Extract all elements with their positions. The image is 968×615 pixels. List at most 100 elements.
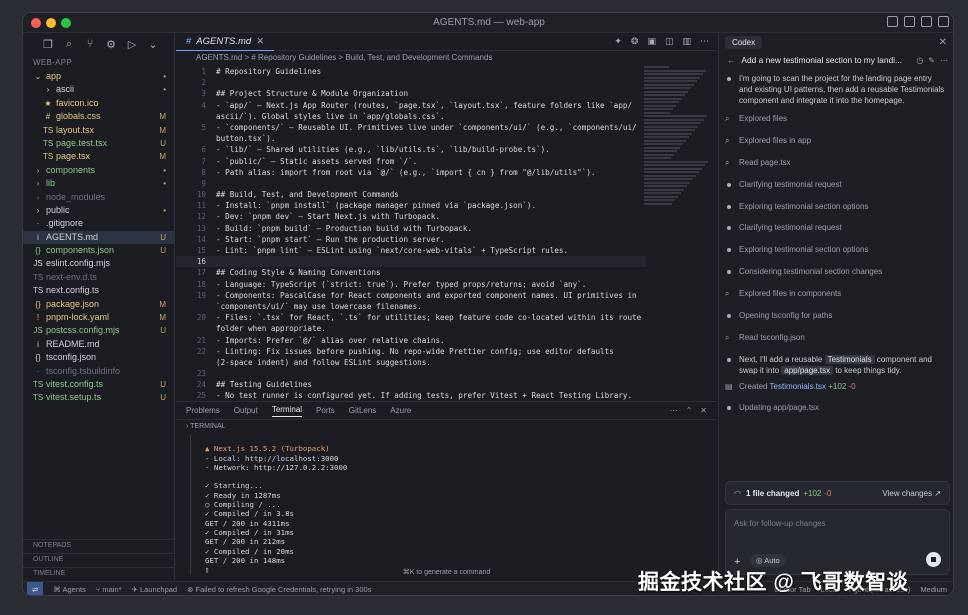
remote-indicator[interactable]: ⇌ <box>27 581 44 595</box>
source-control-icon[interactable]: ⑂ <box>85 38 95 50</box>
code-line[interactable]: 24 ## Testing Guidelines <box>176 379 646 390</box>
tree-item[interactable]: i AGENTS.md U <box>23 230 174 245</box>
code-line[interactable]: 9 <box>176 178 646 189</box>
tree-item[interactable]: › components • <box>23 164 174 177</box>
tree-item[interactable]: › lib • <box>23 177 174 190</box>
code-line[interactable]: 16 <box>176 256 646 268</box>
settings-icon[interactable] <box>938 16 949 27</box>
tab-ports[interactable]: Ports <box>316 406 335 415</box>
code-line[interactable]: 13 - Build: `pnpm build` — Production bui… <box>176 223 646 234</box>
timeline-section[interactable]: TIMELINE <box>23 567 175 581</box>
code-line[interactable]: 7 - `public/` — Static assets served from… <box>176 156 646 167</box>
code-line[interactable]: 21 - Imports: Prefer `@/` alias over rela… <box>176 335 646 346</box>
search-icon[interactable]: ⌕ <box>64 38 74 51</box>
launchpad-status[interactable]: ✈ Launchpad <box>132 585 178 594</box>
close-icon[interactable]: ✕ <box>939 37 953 48</box>
changes-summary[interactable]: ◠ 1 file changed +102 -0 View changes ↗ <box>725 481 950 505</box>
terminal-output[interactable]: ▲ Next.js 15.5.2 (Turbopack) - Local: htt… <box>190 435 710 575</box>
credentials-status[interactable]: ⊗ Failed to refresh Google Credentials, … <box>187 585 371 594</box>
code-line[interactable]: (2-space indent) and follow ESLint sugge… <box>176 357 646 368</box>
tree-item[interactable]: · .gitignore <box>23 217 174 230</box>
code-line[interactable]: ascii/`). Global styles live in `app/glo… <box>176 111 646 122</box>
code-line[interactable]: 18 - Language: TypeScript (`strict: true`… <box>176 279 646 290</box>
code-line[interactable]: 10 ## Build, Test, and Development Comman… <box>176 189 646 200</box>
tree-item[interactable]: ⌄ app • <box>23 70 174 83</box>
code-line[interactable]: button.tsx`). <box>176 133 646 144</box>
code-line[interactable]: 2 <box>176 77 646 88</box>
tree-item[interactable]: TS layout.tsx M <box>23 124 174 137</box>
tree-item[interactable]: i README.md <box>23 338 174 351</box>
tree-item[interactable]: ! pnpm-lock.yaml M <box>23 311 174 324</box>
back-icon[interactable]: ← <box>727 55 735 65</box>
maximize-panel-icon[interactable]: ⌃ <box>686 406 693 415</box>
outline-section[interactable]: OUTLINE <box>23 553 175 567</box>
code-line[interactable]: 4 - `app/` — Next.js App Router (routes, … <box>176 100 646 111</box>
tab-terminal[interactable]: Terminal <box>271 405 303 417</box>
tree-item[interactable]: TS vitest.setup.ts U <box>23 391 174 404</box>
tree-item[interactable]: · tsconfig.tsbuildinfo <box>23 365 174 378</box>
split-editor-icon[interactable]: ▥ <box>682 36 691 47</box>
reasoning-level-status[interactable]: Medium <box>920 585 947 594</box>
more-icon[interactable]: ⋯ <box>940 56 948 65</box>
codex-tab[interactable]: Codex <box>725 35 763 49</box>
tree-item[interactable]: TS page.tsx M <box>23 150 174 163</box>
minimap[interactable] <box>644 66 714 421</box>
code-line[interactable]: 14 - Start: `pnpm start` — Run the produc… <box>176 234 646 245</box>
code-line[interactable]: 6 - `lib/` — Shared utilities (e.g., `lib… <box>176 144 646 155</box>
code-line[interactable]: 11 - Install: `pnpm install` (package man… <box>176 200 646 211</box>
chevron-down-icon[interactable]: ⌄ <box>148 38 158 51</box>
code-line[interactable]: 17 ## Coding Style & Naming Conventions <box>176 267 646 278</box>
code-line[interactable]: 22 - Linting: Fix issues before pushing. … <box>176 346 646 357</box>
code-line[interactable]: 20 - Files: `.tsx` for React, `.ts` for u… <box>176 312 646 323</box>
code-line[interactable]: 3 ## Project Structure & Module Organizat… <box>176 88 646 99</box>
created-file-row[interactable]: ▤ Created Testimonials.tsx +102 -0 <box>719 376 953 398</box>
tab-gitlens[interactable]: GitLens <box>349 406 377 415</box>
code-line[interactable]: 8 - Path alias: import from root via `@/`… <box>176 167 646 178</box>
tree-item[interactable]: JS eslint.config.mjs <box>23 257 174 270</box>
tree-item[interactable]: JS postcss.config.mjs U <box>23 324 174 337</box>
close-icon[interactable]: ✕ <box>700 406 707 415</box>
new-chat-icon[interactable]: ✎ <box>928 56 935 65</box>
branch-status[interactable]: ⑂ main* <box>96 585 122 594</box>
tree-item[interactable]: TS vitest.config.ts U <box>23 378 174 391</box>
notepads-section[interactable]: NOTEPADS <box>23 539 175 553</box>
code-line[interactable]: `components/ui/` may use lowercase filen… <box>176 301 646 312</box>
tab-output[interactable]: Output <box>234 406 258 415</box>
history-icon[interactable]: ◷ <box>916 56 923 65</box>
breadcrumb[interactable]: AGENTS.md > # Repository Guidelines > Bu… <box>176 51 717 65</box>
stop-button[interactable] <box>926 552 941 567</box>
tree-item[interactable]: TS next-env.d.ts <box>23 271 174 284</box>
tree-item[interactable]: › node_modules <box>23 191 174 204</box>
tree-item[interactable]: {} package.json M <box>23 298 174 311</box>
view-changes-button[interactable]: View changes ↗ <box>882 489 941 498</box>
tree-item[interactable]: {} components.json U <box>23 244 174 257</box>
tab-azure[interactable]: Azure <box>390 406 411 415</box>
code-line[interactable]: 12 - Dev: `pnpm dev` — Start Next.js with… <box>176 211 646 222</box>
sparkle-icon[interactable]: ✦ <box>614 36 622 47</box>
toggle-panel-icon[interactable] <box>904 16 915 27</box>
tree-item[interactable]: › public • <box>23 204 174 217</box>
code-line[interactable]: 1 # Repository Guidelines <box>176 66 646 77</box>
code-line[interactable]: 23 <box>176 368 646 379</box>
more-icon[interactable]: ⋯ <box>670 406 678 415</box>
tab-agents-md[interactable]: # AGENTS.md ✕ <box>176 33 275 51</box>
follow-up-input[interactable]: Ask for follow-up changes <box>734 519 826 528</box>
extensions-icon[interactable]: ⚙ <box>106 38 116 51</box>
toggle-sidebar-icon[interactable] <box>887 16 898 27</box>
tree-item[interactable]: TS page.test.tsx U <box>23 137 174 150</box>
tree-item[interactable]: TS next.config.ts <box>23 284 174 297</box>
compare-icon[interactable]: ◫ <box>665 36 674 47</box>
tree-item[interactable]: # globals.css M <box>23 110 174 123</box>
code-line[interactable]: folder when appropriate. <box>176 323 646 334</box>
files-icon[interactable]: ❐ <box>43 38 53 51</box>
tree-item[interactable]: › ascii • <box>23 83 174 96</box>
code-line[interactable]: 15 - Lint: `pnpm lint` — ESLint using `ne… <box>176 245 646 256</box>
close-tab-icon[interactable]: ✕ <box>256 36 264 47</box>
code-line[interactable]: 19 - Components: PascalCase for React com… <box>176 290 646 301</box>
open-preview-icon[interactable]: ▣ <box>647 36 656 47</box>
agents-status[interactable]: ⌘ Agents <box>53 585 86 594</box>
tree-item[interactable]: {} tsconfig.json <box>23 351 174 364</box>
more-actions-icon[interactable]: ⋯ <box>700 36 709 47</box>
tree-item[interactable]: ★ favicon.ico <box>23 97 174 110</box>
ai-icon[interactable]: ❂ <box>631 36 639 47</box>
